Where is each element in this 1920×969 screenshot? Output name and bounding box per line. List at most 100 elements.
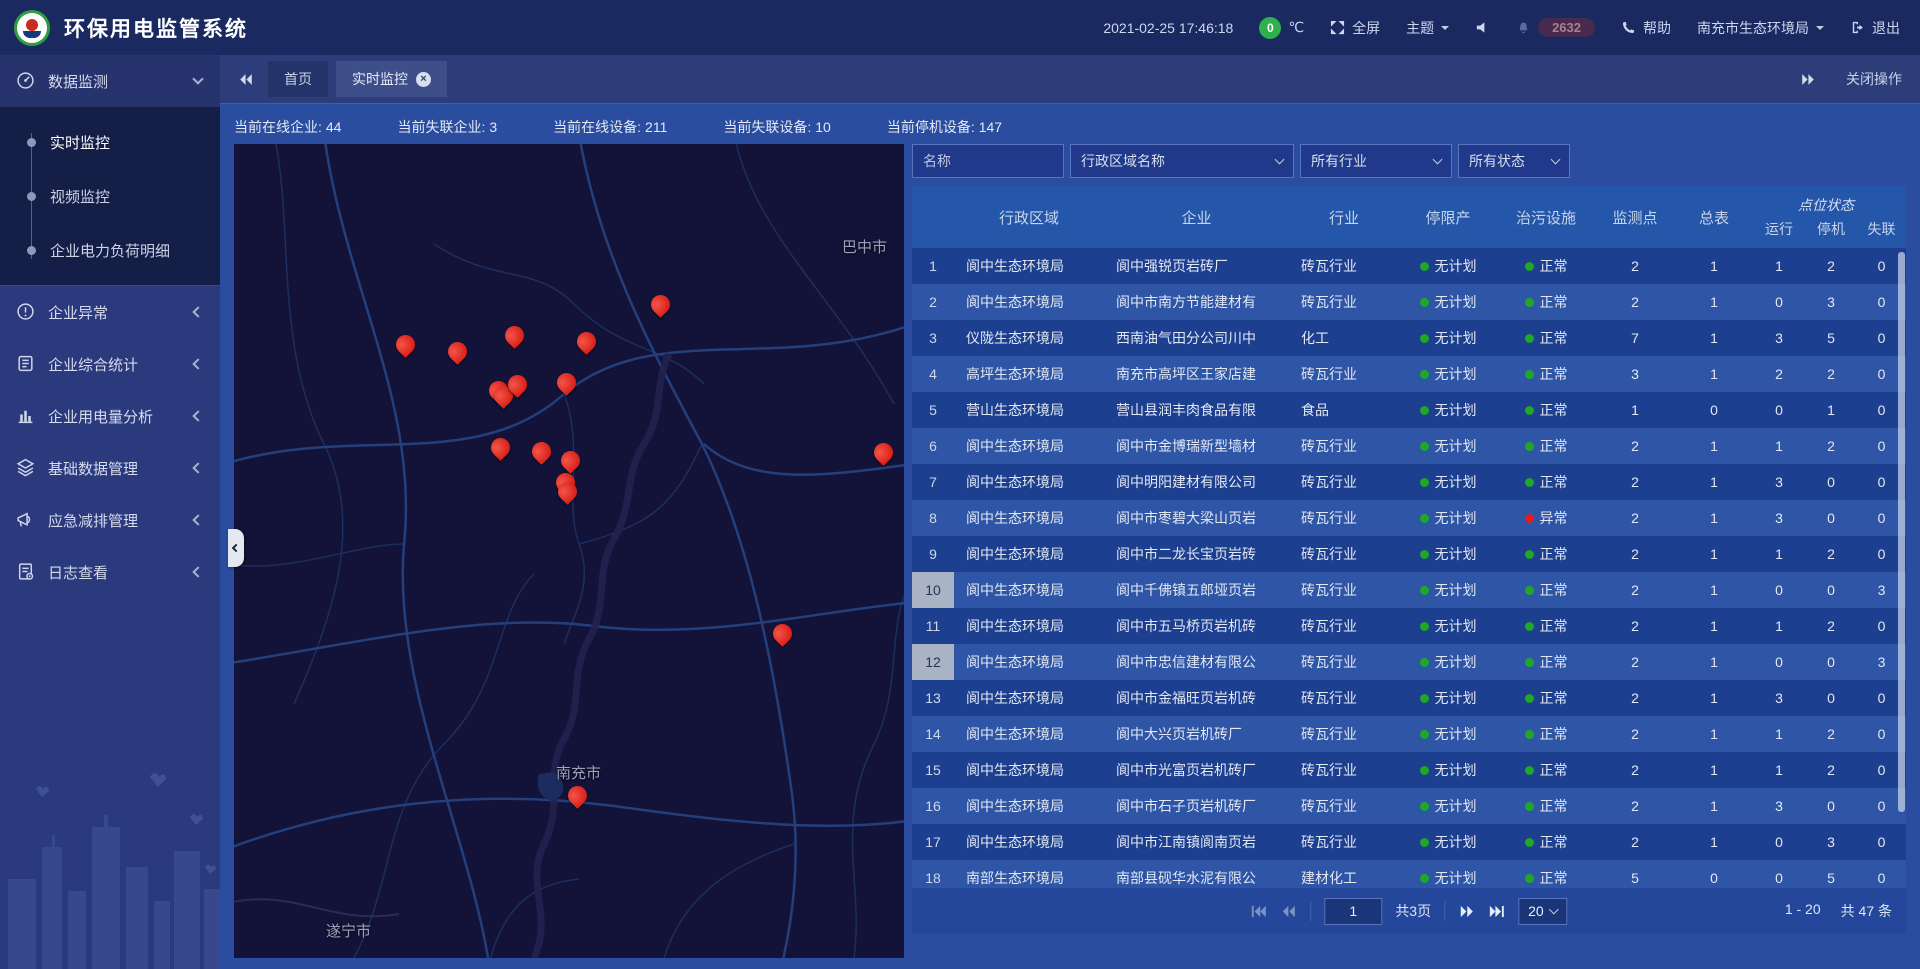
bullet-dot-icon (27, 192, 36, 201)
table-row[interactable]: 7阆中生态环境局阆中明阳建材有限公司砖瓦行业无计划正常21300 (912, 464, 1906, 500)
map-panel[interactable]: 巴中市南充市遂宁市 (234, 144, 904, 958)
page-number-input[interactable] (1324, 898, 1382, 925)
alert-circle-icon (16, 302, 36, 322)
col-limit: 停限产 (1399, 186, 1497, 248)
table-row[interactable]: 1阆中生态环境局阆中强锐页岩砖厂砖瓦行业无计划正常21120 (912, 248, 1906, 284)
cell-company: 阆中市五马桥页岩机砖 (1104, 616, 1289, 636)
sidebar-item-emergency-reduction[interactable]: 应急减排管理 (0, 494, 220, 546)
cell-monitor-count: 2 (1595, 582, 1675, 598)
status-dot-green (1525, 658, 1534, 667)
table-row[interactable]: 3仪陇生态环境局西南油气田分公司川中化工无计划正常71350 (912, 320, 1906, 356)
table-row[interactable]: 18南部生态环境局南部县砚华水泥有限公建材化工无计划正常50050 (912, 860, 1906, 888)
tab-realtime[interactable]: 实时监控× (336, 61, 447, 97)
status-dot-green (1525, 262, 1534, 271)
tabs-scroll-left-icon[interactable] (238, 73, 254, 86)
sidebar-item-base-data[interactable]: 基础数据管理 (0, 442, 220, 494)
page-size-select[interactable]: 20 (1518, 898, 1568, 925)
status-dot-green (1420, 802, 1429, 811)
cell-stop-count: 0 (1805, 654, 1857, 670)
prev-page-icon[interactable] (1280, 905, 1297, 918)
table-row[interactable]: 11阆中生态环境局阆中市五马桥页岩机砖砖瓦行业无计划正常21120 (912, 608, 1906, 644)
speaker-icon[interactable] (1475, 20, 1490, 35)
cell-monitor-count: 2 (1595, 762, 1675, 778)
cell-company: 阆中市石子页岩机砖厂 (1104, 796, 1289, 816)
row-number: 6 (912, 428, 954, 464)
stat-item: 当前失联企业:3 (397, 117, 497, 137)
row-number: 13 (912, 680, 954, 716)
cell-region: 阆中生态环境局 (954, 472, 1104, 492)
sidebar-subitem-video-monitor[interactable]: 视频监控 (0, 169, 220, 223)
status-dot-green (1525, 370, 1534, 379)
org-menu[interactable]: 南充市生态环境局 (1697, 18, 1824, 38)
tabs-scroll-right-icon[interactable] (1800, 73, 1816, 86)
status-select[interactable]: 所有状态 (1458, 144, 1570, 178)
row-number: 3 (912, 320, 954, 356)
region-select[interactable]: 行政区域名称 (1070, 144, 1294, 178)
theme-menu[interactable]: 主题 (1406, 18, 1449, 38)
sidebar-item-log-view[interactable]: 日志查看 (0, 546, 220, 598)
table-row[interactable]: 8阆中生态环境局阆中市枣碧大梁山页岩砖瓦行业无计划异常21300 (912, 500, 1906, 536)
table-row[interactable]: 9阆中生态环境局阆中市二龙长宝页岩砖砖瓦行业无计划正常21120 (912, 536, 1906, 572)
table-row[interactable]: 12阆中生态环境局阆中市忠信建材有限公砖瓦行业无计划正常21003 (912, 644, 1906, 680)
report-icon (16, 354, 36, 374)
tab-home[interactable]: 首页 (268, 61, 328, 97)
map-city-label: 巴中市 (842, 236, 887, 257)
cell-facility-status: 正常 (1497, 724, 1595, 744)
table-row[interactable]: 10阆中生态环境局阆中千佛镇五郎垭页岩砖瓦行业无计划正常21003 (912, 572, 1906, 608)
help-button[interactable]: 帮助 (1621, 18, 1671, 38)
sidebar-item-data-monitor[interactable]: 数据监测 (0, 55, 220, 107)
close-operations-button[interactable]: 关闭操作 (1846, 69, 1902, 89)
sidebar-collapse-handle[interactable] (228, 529, 244, 567)
cell-company: 阆中千佛镇五郎垭页岩 (1104, 580, 1289, 600)
table-row[interactable]: 14阆中生态环境局阆中大兴页岩机砖厂砖瓦行业无计划正常21120 (912, 716, 1906, 752)
cell-monitor-count: 2 (1595, 438, 1675, 454)
table-row[interactable]: 4高坪生态环境局南充市高坪区王家店建砖瓦行业无计划正常31220 (912, 356, 1906, 392)
cell-run-count: 1 (1753, 618, 1805, 634)
cell-total-meter: 1 (1675, 258, 1753, 274)
cell-limit-status: 无计划 (1399, 292, 1497, 312)
industry-select[interactable]: 所有行业 (1300, 144, 1452, 178)
status-dot-green (1420, 838, 1429, 847)
status-dot-green (1420, 586, 1429, 595)
log-icon (16, 562, 36, 582)
sidebar-item-power-usage-analysis[interactable]: 企业用电量分析 (0, 390, 220, 442)
cell-total-meter: 1 (1675, 474, 1753, 490)
chevron-down-icon (1551, 155, 1561, 165)
sidebar-item-enterprise-abnormal[interactable]: 企业异常 (0, 286, 220, 338)
chevron-down-icon (1433, 155, 1443, 165)
status-dot-green (1420, 550, 1429, 559)
sidebar-subitem-power-load-detail[interactable]: 企业电力负荷明细 (0, 223, 220, 277)
fullscreen-button[interactable]: 全屏 (1330, 18, 1380, 38)
logout-button[interactable]: 退出 (1850, 18, 1900, 38)
cell-monitor-count: 2 (1595, 690, 1675, 706)
cell-company: 阆中强锐页岩砖厂 (1104, 256, 1289, 276)
tab-close-icon[interactable]: × (416, 72, 431, 87)
table-row[interactable]: 16阆中生态环境局阆中市石子页岩机砖厂砖瓦行业无计划正常21300 (912, 788, 1906, 824)
cell-run-count: 1 (1753, 546, 1805, 562)
cell-stop-count: 2 (1805, 438, 1857, 454)
status-dot-green (1420, 874, 1429, 883)
name-search-input[interactable] (912, 144, 1064, 178)
table-row[interactable]: 6阆中生态环境局阆中市金博瑞新型墙材砖瓦行业无计划正常21120 (912, 428, 1906, 464)
first-page-icon[interactable] (1250, 905, 1267, 918)
layers-icon (16, 458, 36, 478)
last-page-icon[interactable] (1488, 905, 1505, 918)
cell-industry: 化工 (1289, 328, 1399, 348)
table-row[interactable]: 2阆中生态环境局阆中市南方节能建材有砖瓦行业无计划正常21030 (912, 284, 1906, 320)
table-scrollbar[interactable] (1898, 252, 1905, 812)
filter-bar: 行政区域名称 所有行业 所有状态 (912, 144, 1906, 178)
stats-bar: 当前在线企业:44当前失联企业:3当前在线设备:211当前失联设备:10当前停机… (234, 112, 1906, 142)
cell-industry: 建材化工 (1289, 868, 1399, 888)
sidebar-item-enterprise-stats[interactable]: 企业综合统计 (0, 338, 220, 390)
next-page-icon[interactable] (1458, 905, 1475, 918)
cell-monitor-count: 2 (1595, 474, 1675, 490)
cell-region: 营山生态环境局 (954, 400, 1104, 420)
table-row[interactable]: 17阆中生态环境局阆中市江南镇阆南页岩砖瓦行业无计划正常21030 (912, 824, 1906, 860)
notification-area[interactable]: 2632 (1516, 18, 1595, 37)
cell-region: 阆中生态环境局 (954, 760, 1104, 780)
table-row[interactable]: 13阆中生态环境局阆中市金福旺页岩机砖砖瓦行业无计划正常21300 (912, 680, 1906, 716)
table-row[interactable]: 15阆中生态环境局阆中市光富页岩机砖厂砖瓦行业无计划正常21120 (912, 752, 1906, 788)
cell-run-count: 3 (1753, 690, 1805, 706)
sidebar-subitem-realtime-monitor[interactable]: 实时监控 (0, 115, 220, 169)
table-row[interactable]: 5营山生态环境局营山县润丰肉食品有限食品无计划正常10010 (912, 392, 1906, 428)
